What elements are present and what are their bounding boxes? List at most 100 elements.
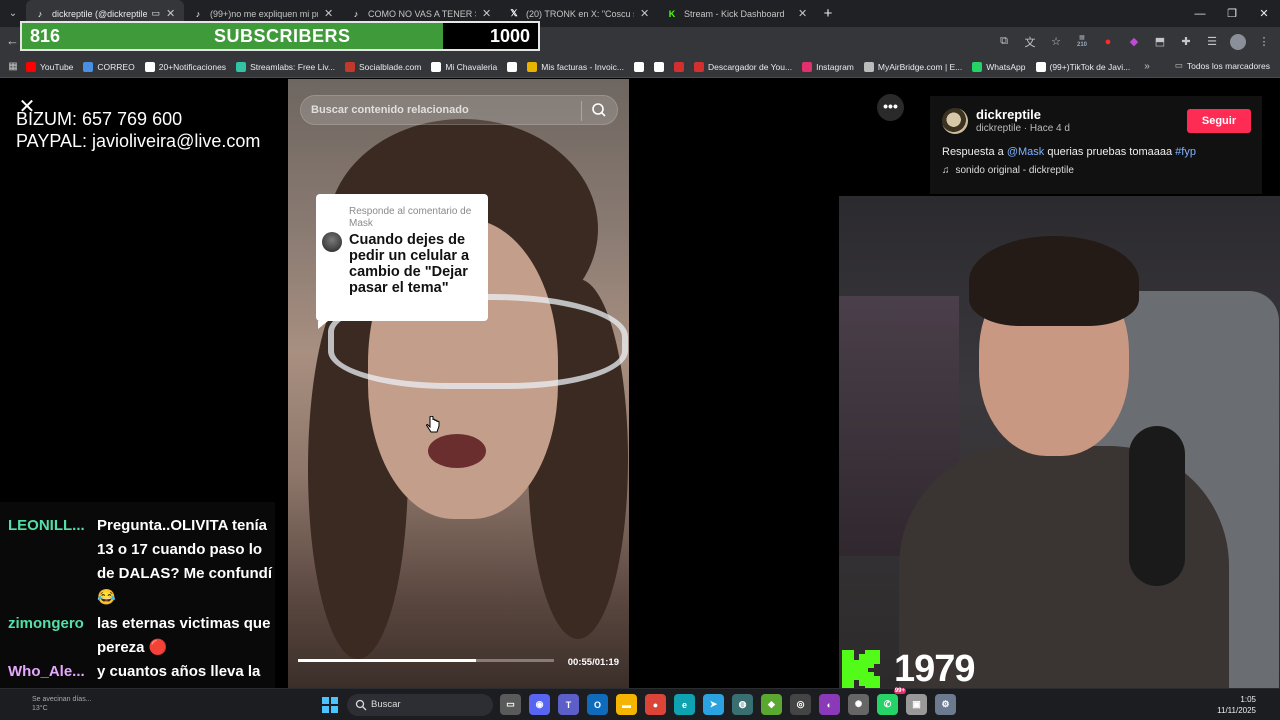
android-app-icon[interactable]: ◆ [761,694,782,715]
tab-title: dickreptile (@dickreptile) | [52,8,148,19]
bookmark-label: Streamlabs: Free Liv... [250,61,335,72]
clock-time: 1:05 [1240,695,1256,704]
tab-close-icon[interactable]: ✕ [482,7,492,20]
network-app-icon[interactable]: ◍ [732,694,753,715]
edge-icon[interactable]: e [674,694,695,715]
weather-text: Se avecinan días... [32,696,92,703]
bookmarks-overflow-icon[interactable]: » [1144,61,1150,72]
bookmark-star-icon[interactable]: ☆ [1048,34,1064,50]
extension-badge-icon[interactable]: ▦ 210 [1074,34,1090,50]
profile-avatar-icon[interactable] [1230,33,1246,50]
bookmark-item[interactable]: CORREO [83,61,135,72]
chrome-icon[interactable]: ● [645,694,666,715]
profile-name[interactable]: dickreptile [976,107,1041,122]
all-bookmarks-folder[interactable]: ▭ Todos los marcadores [1175,60,1270,71]
bookmark-label: 20+Notificaciones [158,61,227,72]
windows-start-icon[interactable] [322,697,338,713]
outlook-icon[interactable]: O [587,694,608,715]
tiktok-icon: ♪ [37,8,43,19]
bizum-text: BIZUM: 657 769 600 [16,109,183,129]
webcam-microphone [1129,426,1185,586]
bookmark-favicon-icon [236,61,247,72]
shield-extension-icon[interactable]: ⬒ [1152,34,1168,50]
search-icon[interactable] [591,102,607,118]
tab-close-icon[interactable]: ✕ [324,7,334,20]
bookmark-favicon-icon [144,61,155,72]
bookmark-item[interactable]: MyAirBridge.com | E... [863,61,962,72]
video-player[interactable]: Buscar contenido relacionado Responde al… [288,79,629,688]
bookmark-label: YouTube [40,61,74,72]
bookmark-item[interactable]: (99+)TikTok de Javi... [1035,61,1130,72]
youtube-extension-icon[interactable]: ● [1100,34,1116,50]
follow-button[interactable]: Seguir [1187,109,1251,133]
bookmark-item[interactable]: Instagram [802,61,854,72]
taskbar-search[interactable]: Buscar [347,694,493,716]
close-window-icon[interactable]: ✕ [1248,0,1280,27]
apps-grid-icon[interactable]: ▦ [0,61,26,72]
chat-username[interactable]: LEONILL... [8,517,94,534]
caption-hashtag-link[interactable]: #fyp [1175,146,1196,158]
extensions-puzzle-icon[interactable]: ✚ [1178,34,1194,50]
telegram-icon[interactable]: ➤ [703,694,724,715]
tab-close-icon[interactable]: ✕ [166,7,176,20]
minimize-icon[interactable]: — [1184,0,1216,27]
bookmark-item[interactable]: Socialblade.com [344,61,421,72]
music-note-icon: ♫ [942,165,950,176]
menu-kebab-icon[interactable]: ⋮ [1256,34,1272,50]
sound-link[interactable]: ♫ sonido original - dickreptile [942,165,1074,176]
reply-text: Cuando dejes de pedir un celular a cambi… [349,232,470,296]
more-options-button[interactable]: ••• [877,94,904,121]
pocket-extension-icon[interactable]: ◆ [1126,34,1142,50]
obs-icon[interactable]: ◎ [790,694,811,715]
cast-icon[interactable]: ⧉ [996,34,1012,50]
weather-widget[interactable]: Se avecinan días... 13°C [12,695,92,713]
browser-tab[interactable]: K Stream - Kick Dashboard ✕ [658,0,816,27]
subscriber-label: SUBSCRIBERS [214,26,351,46]
settings-wheel-icon[interactable]: ✺ [848,694,869,715]
tab-close-icon[interactable]: ✕ [798,7,808,20]
task-view-icon[interactable]: ▭ [500,694,521,715]
office-app-icon[interactable]: ◐ [819,694,840,715]
toolbar-icons: ⧉ 文 ☆ ▦ 210 ● ◆ ⬒ ✚ ☰ ⋮ [996,27,1272,56]
back-arrow-icon[interactable]: ← [6,33,19,48]
translate-icon[interactable]: 文 [1022,34,1038,50]
bookmark-item[interactable]: Mi Chavaleria [431,61,498,72]
chat-text: las eternas victimas que pereza 🔴 [97,615,271,656]
related-search-box[interactable]: Buscar contenido relacionado [300,95,618,125]
bookmark-item[interactable]: 20+Notificaciones [144,61,227,72]
bookmark-item[interactable]: Descargador de You... [693,61,792,72]
bookmark-item[interactable] [507,61,521,72]
subscriber-goal: 1000 [489,26,530,46]
whatsapp-icon[interactable]: ✆ 99+ [877,688,906,715]
bookmark-item[interactable] [653,61,668,72]
bookmark-label: WhatsApp [986,61,1026,72]
bookmark-item[interactable]: Mis facturas - Invoic... [527,61,624,72]
bookmark-favicon-icon [802,61,813,72]
bookmark-label: Mi Chavaleria [445,61,498,72]
file-explorer-icon[interactable]: ▬ [616,694,637,715]
bookmark-item[interactable]: Streamlabs: Free Liv... [236,61,335,72]
teams-icon[interactable]: T [558,694,579,715]
bookmark-item[interactable]: WhatsApp [972,61,1026,72]
tab-close-icon[interactable]: ✕ [640,7,650,20]
tab-title: Stream - Kick Dashboard [684,8,785,19]
system-clock[interactable]: 1:05 11/11/2025 [1217,694,1256,716]
gear-icon[interactable]: ⚙ [935,694,956,715]
bookmark-item[interactable] [673,61,688,72]
chat-username[interactable]: zimongero [8,615,94,632]
new-tab-button[interactable]: + [816,5,840,22]
video-progress-track[interactable] [298,659,554,662]
profile-avatar[interactable] [942,108,968,134]
bookmark-item[interactable]: YouTube [26,61,74,72]
caption-mention-link[interactable]: @Mask [1007,146,1044,158]
window-controls: — ❐ ✕ [1184,0,1280,27]
tab-title: (20) TRONK en X: "Coscu sobre [526,8,634,19]
restore-icon[interactable]: ❐ [1216,0,1248,27]
reading-list-icon[interactable]: ☰ [1204,34,1220,50]
discord-icon[interactable]: ◉ [529,694,550,715]
related-search-input[interactable]: Buscar contenido relacionado [311,104,469,116]
tiktok-icon: ♪ [353,8,359,19]
bookmark-item[interactable] [633,61,648,72]
chat-username[interactable]: Who_Ale... [8,663,94,680]
screenshot-tool-icon[interactable]: ▣ [906,694,927,715]
